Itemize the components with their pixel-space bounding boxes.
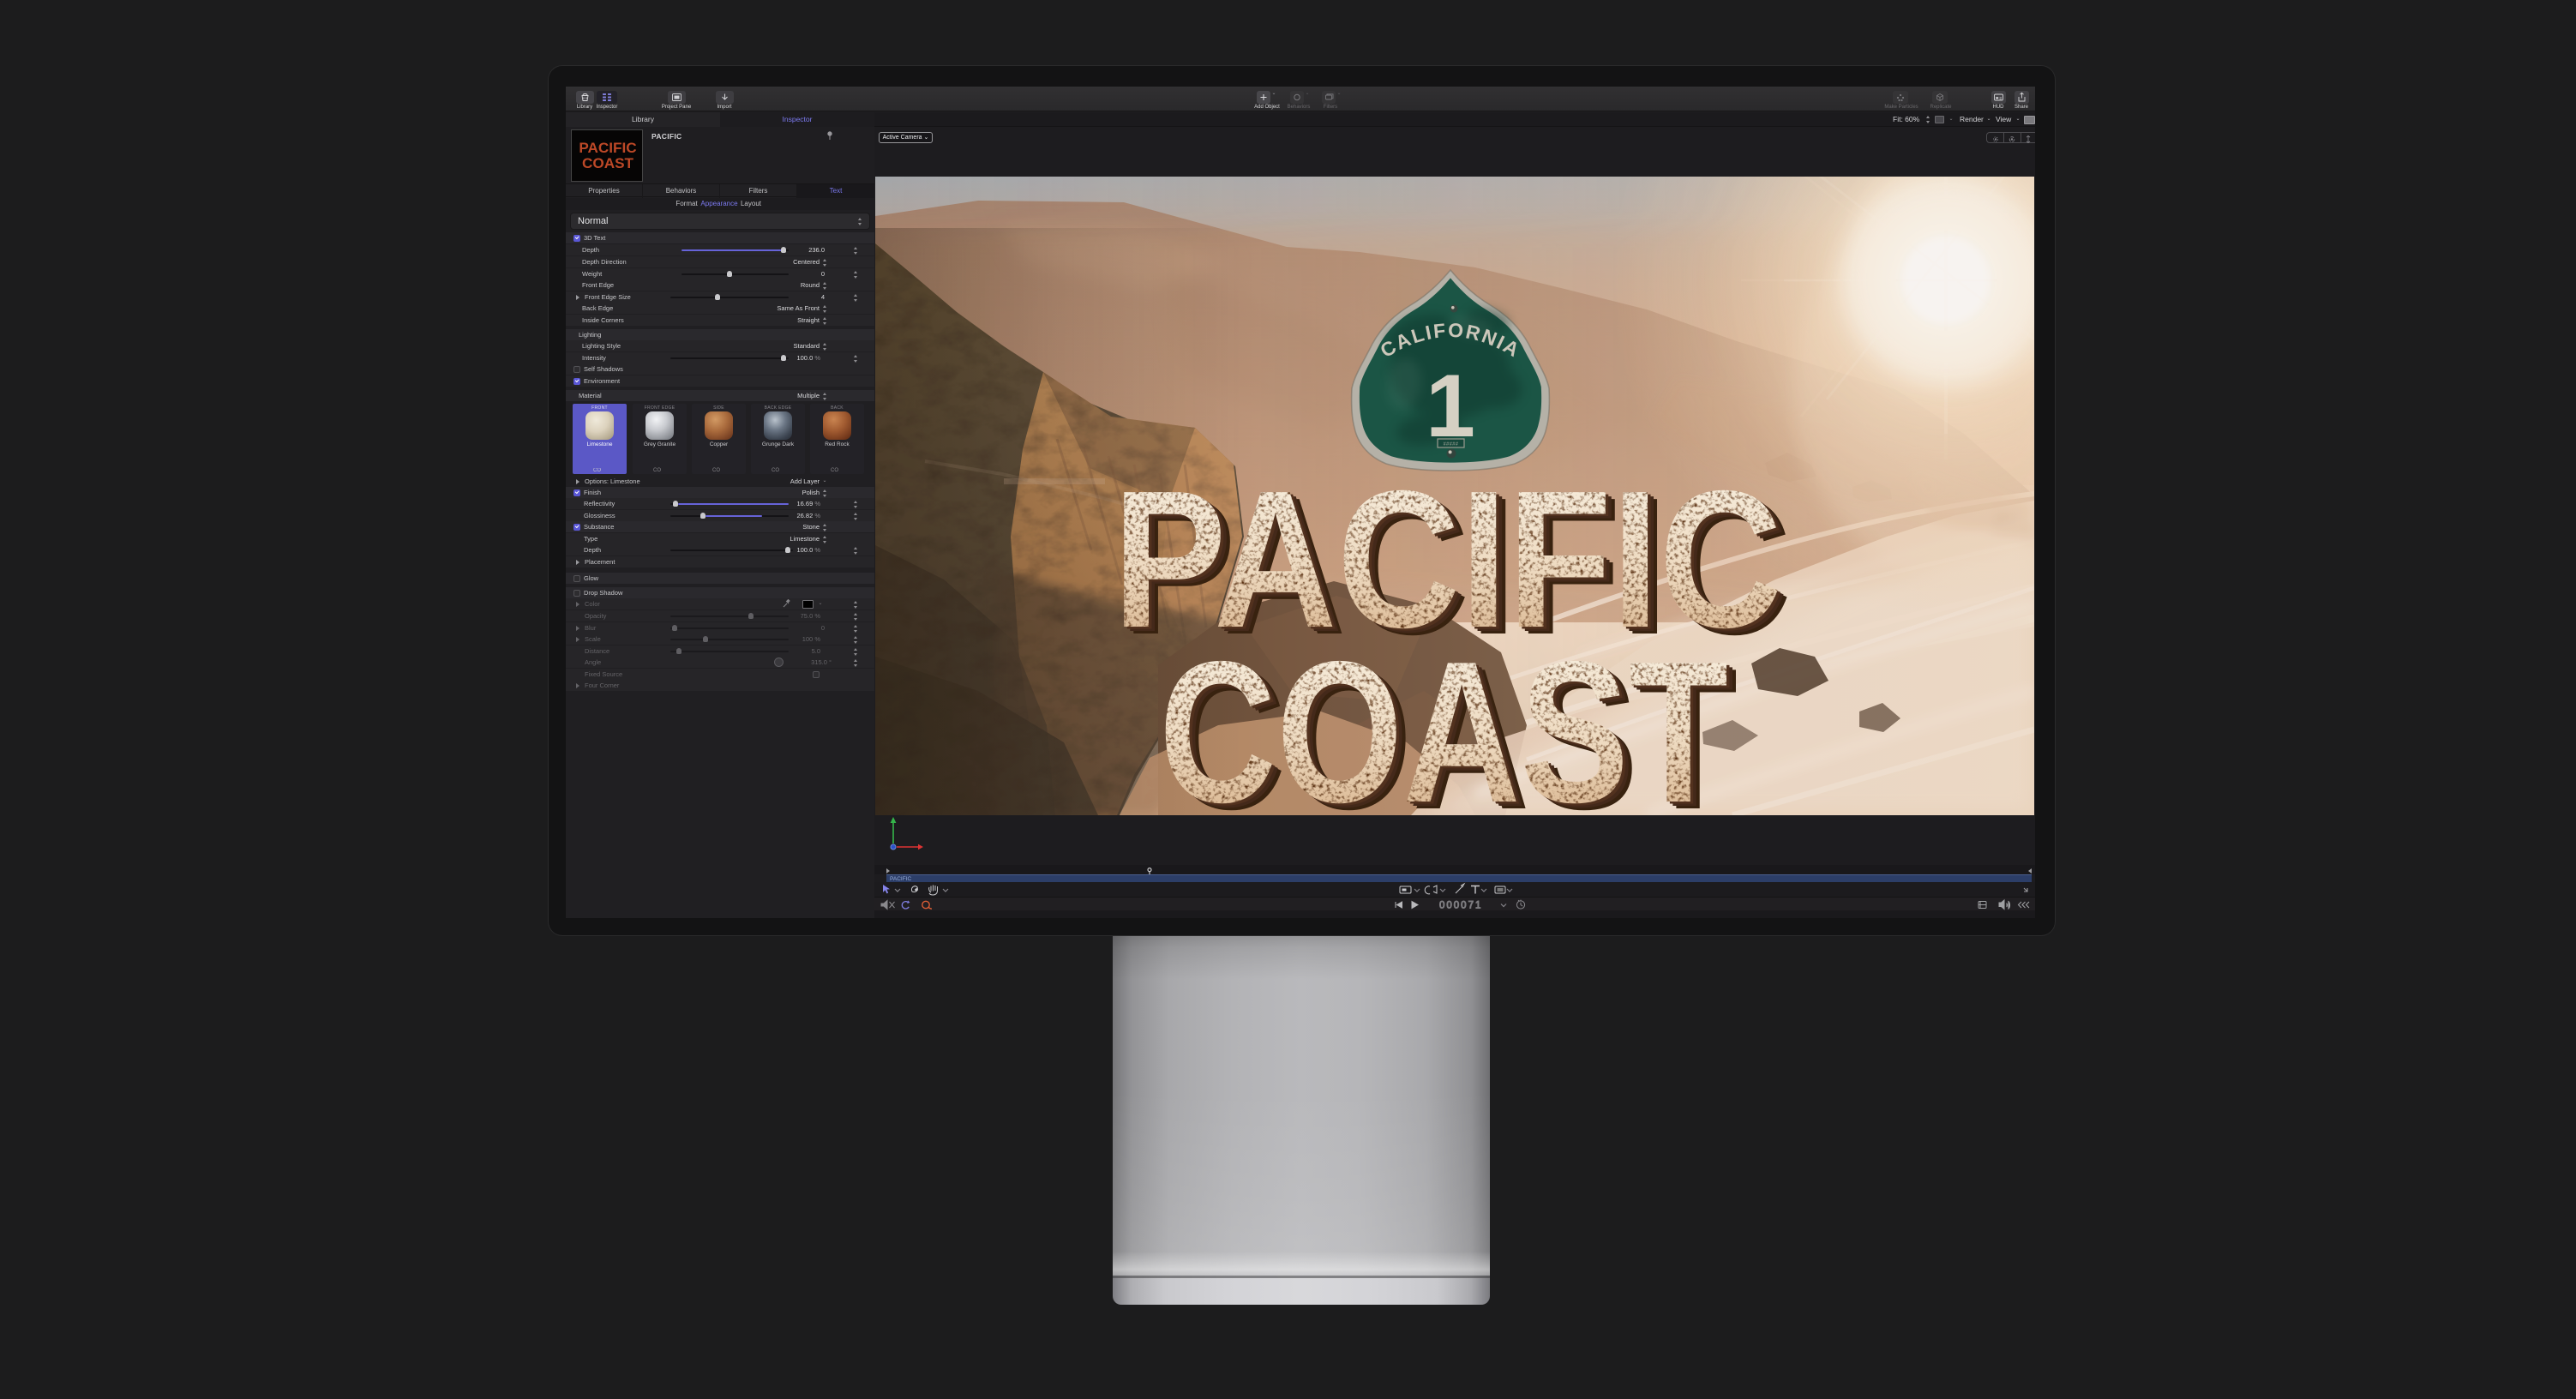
svg-text:000071: 000071	[1439, 901, 1482, 911]
svg-text:COAST: COAST	[1159, 619, 1728, 815]
svg-text:#####: #####	[1444, 442, 1459, 447]
